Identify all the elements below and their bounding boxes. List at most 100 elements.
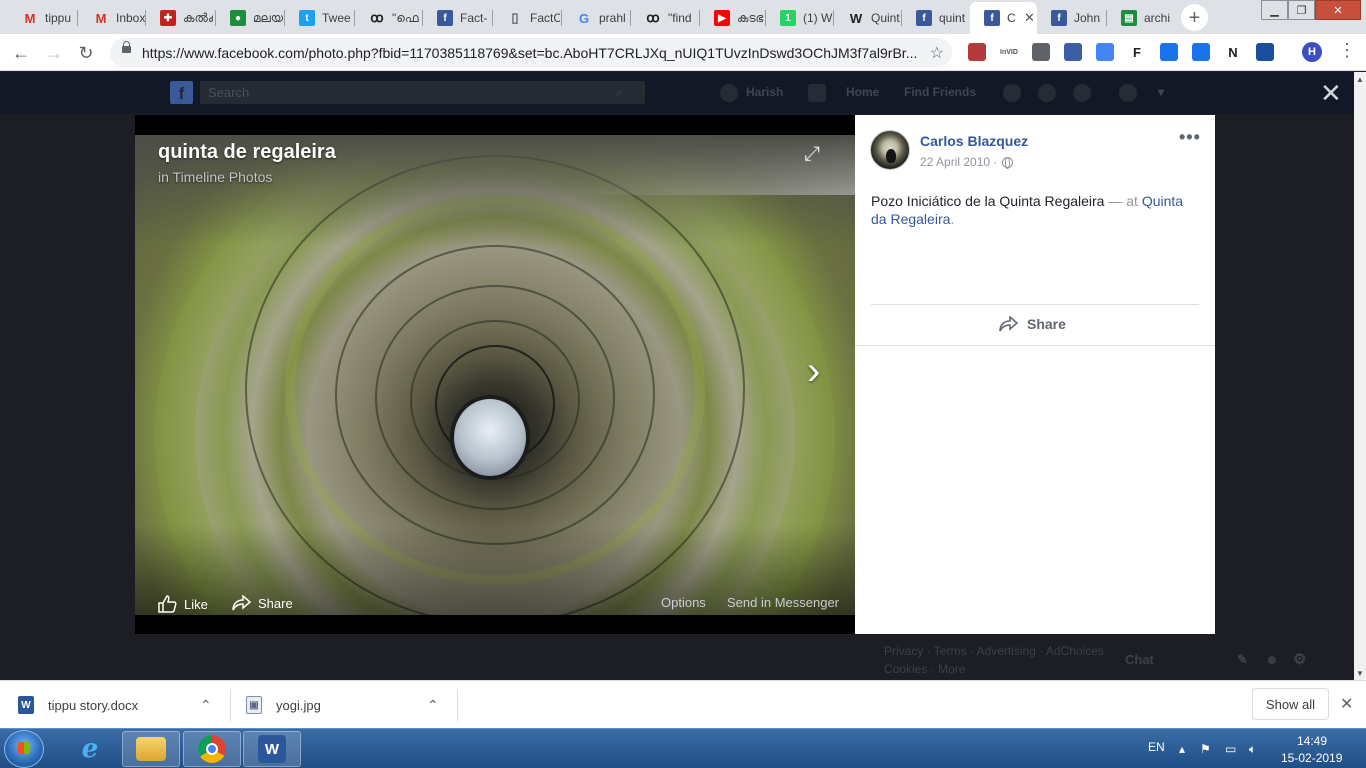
panel-share-button[interactable]: Share bbox=[999, 316, 1066, 332]
taskbar-app[interactable] bbox=[183, 731, 241, 767]
footer-link-privacy[interactable]: Privacy bbox=[884, 644, 923, 658]
like-button[interactable]: Like bbox=[158, 595, 208, 613]
album-link[interactable]: in Timeline Photos bbox=[158, 169, 272, 185]
browser-tab[interactable]: f C ✕ bbox=[970, 2, 1037, 34]
window-extension-icon[interactable] bbox=[1192, 43, 1210, 61]
chat-bar[interactable]: Chat ✎ ☻ ⚙ bbox=[1115, 644, 1354, 680]
profile-link[interactable]: Harish bbox=[746, 85, 783, 99]
download-options-chevron-icon[interactable]: ⌃ bbox=[427, 681, 439, 729]
account-menu-icon[interactable]: ▾ bbox=[1158, 85, 1164, 99]
page-scrollbar[interactable]: ▲ ▼ bbox=[1354, 72, 1366, 680]
search-icon[interactable]: ⌕ bbox=[616, 84, 623, 100]
compose-icon[interactable]: ✎ bbox=[1237, 652, 1248, 668]
volume-icon[interactable]: 🔈︎ bbox=[1249, 742, 1256, 757]
browser-tab[interactable]: ● മലയാ bbox=[216, 2, 285, 34]
share-button[interactable]: Share bbox=[232, 595, 293, 611]
browser-tab[interactable]: f John bbox=[1037, 2, 1107, 34]
footer-link-cookies[interactable]: Cookies bbox=[884, 662, 927, 676]
eye-extension-icon[interactable] bbox=[1160, 43, 1178, 61]
author-avatar[interactable] bbox=[870, 130, 910, 170]
help-icon[interactable] bbox=[1119, 84, 1137, 102]
taskbar-app[interactable] bbox=[122, 731, 180, 767]
fullscreen-expand-icon[interactable]: ⤢ bbox=[801, 144, 823, 166]
browser-tab[interactable]: ꝏ "ഫെ bbox=[355, 2, 423, 34]
browser-tab[interactable]: Gprahl bbox=[562, 2, 631, 34]
url-text[interactable]: https://www.facebook.com/photo.php?fbid=… bbox=[142, 45, 922, 61]
f-extension-icon[interactable]: F bbox=[1128, 43, 1146, 61]
show-hidden-icons-icon[interactable]: ▴ bbox=[1179, 742, 1185, 756]
photo-extension-icon[interactable] bbox=[1064, 43, 1082, 61]
more-options-icon[interactable]: ••• bbox=[1179, 127, 1201, 148]
browser-tab[interactable]: t Twee bbox=[285, 2, 355, 34]
taskbar-app[interactable]: W bbox=[243, 731, 301, 767]
close-shelf-icon[interactable]: ✕ bbox=[1340, 694, 1353, 714]
new-tab-button[interactable]: + bbox=[1181, 4, 1208, 31]
footer-link-advertising[interactable]: Advertising bbox=[976, 644, 1035, 658]
browser-tab[interactable]: ▯ FactC bbox=[493, 2, 562, 34]
maximize-button[interactable]: ❐ bbox=[1288, 0, 1315, 20]
browser-menu-icon[interactable]: ⋮ bbox=[1338, 40, 1356, 61]
address-bar[interactable]: https://www.facebook.com/photo.php?fbid=… bbox=[110, 38, 952, 67]
browser-tab[interactable]: f Fact- bbox=[423, 2, 493, 34]
send-in-messenger-button[interactable]: Send in Messenger bbox=[727, 595, 839, 610]
browser-tab[interactable]: 1 (1) W bbox=[766, 2, 834, 34]
notifications-icon[interactable] bbox=[1073, 84, 1091, 102]
back-arrow-icon[interactable]: ← bbox=[9, 41, 33, 65]
bookmark-extension-icon[interactable] bbox=[1256, 43, 1274, 61]
forward-arrow-icon[interactable]: → bbox=[42, 41, 66, 65]
close-viewer-icon[interactable]: ✕ bbox=[1320, 80, 1342, 106]
browser-tab[interactable]: M Inbox bbox=[79, 2, 146, 34]
options-button[interactable]: Options bbox=[661, 595, 706, 610]
browser-tab[interactable]: ꝏ "find bbox=[631, 2, 700, 34]
bookmark-star-icon[interactable]: ☆ bbox=[930, 43, 944, 63]
browser-tab[interactable]: Mtippu bbox=[8, 2, 78, 34]
home-link[interactable]: Home bbox=[846, 85, 879, 99]
post-date-text[interactable]: 22 April 2010 · bbox=[920, 155, 997, 169]
scroll-down-arrow-icon[interactable]: ▼ bbox=[1356, 669, 1364, 678]
author-name[interactable]: Carlos Blazquez bbox=[920, 133, 1028, 149]
download-item[interactable]: ▣ yogi.jpg bbox=[246, 681, 321, 729]
n-extension-icon[interactable]: N bbox=[1224, 43, 1242, 61]
find-friends-link[interactable]: Find Friends bbox=[904, 85, 976, 99]
settings-gear-icon[interactable]: ⚙ bbox=[1293, 650, 1306, 668]
facebook-search-input[interactable]: Search bbox=[200, 81, 645, 104]
invid-extension-icon[interactable]: InVID bbox=[1000, 43, 1018, 61]
messenger-icon[interactable] bbox=[1038, 84, 1056, 102]
footer-link-adchoices[interactable]: AdChoices bbox=[1046, 644, 1104, 658]
network-icon[interactable]: ▭ bbox=[1225, 742, 1236, 756]
language-indicator[interactable]: EN bbox=[1148, 740, 1165, 754]
show-all-downloads-button[interactable]: Show all bbox=[1252, 688, 1329, 720]
document-icon: ▯ bbox=[511, 10, 519, 25]
action-center-flag-icon[interactable]: ⚑ bbox=[1200, 742, 1211, 756]
group-icon[interactable]: ☻ bbox=[1265, 652, 1279, 667]
friends-icon[interactable] bbox=[808, 84, 826, 102]
facebook-logo-icon[interactable]: f bbox=[170, 81, 193, 104]
download-options-chevron-icon[interactable]: ⌃ bbox=[200, 681, 212, 729]
close-tab-icon[interactable]: ✕ bbox=[1024, 10, 1035, 26]
profile-avatar[interactable]: H bbox=[1302, 42, 1322, 62]
browser-tab[interactable]: f quint bbox=[902, 2, 970, 34]
scroll-up-arrow-icon[interactable]: ▲ bbox=[1356, 75, 1364, 84]
camera-extension-icon[interactable] bbox=[1032, 43, 1050, 61]
start-button[interactable] bbox=[4, 730, 44, 768]
photo-image[interactable] bbox=[135, 135, 855, 615]
next-photo-chevron-icon[interactable]: › bbox=[807, 351, 820, 391]
user-avatar[interactable] bbox=[720, 84, 738, 102]
pdf-extension-icon[interactable] bbox=[968, 43, 986, 61]
minimize-button[interactable]: ▁ bbox=[1261, 0, 1288, 20]
footer-link-terms[interactable]: Terms bbox=[934, 644, 967, 658]
window-close-button[interactable]: ✕ bbox=[1315, 0, 1361, 20]
translate-extension-icon[interactable] bbox=[1096, 43, 1114, 61]
download-item[interactable]: W tippu story.docx bbox=[18, 681, 138, 729]
clock-time[interactable]: 14:49 bbox=[1297, 734, 1327, 748]
tab-title: "ഫെ bbox=[392, 10, 419, 25]
taskbar-app[interactable]: e bbox=[61, 731, 119, 767]
browser-tab[interactable]: ▶ കടഭ bbox=[700, 2, 766, 34]
browser-tab[interactable]: ▤ archi bbox=[1107, 2, 1177, 34]
browser-tab[interactable]: W Quint bbox=[834, 2, 902, 34]
footer-link-more[interactable]: More bbox=[938, 662, 965, 676]
browser-tab[interactable]: ✚ കൽക bbox=[146, 2, 216, 34]
reload-icon[interactable]: ↻ bbox=[74, 41, 98, 65]
clock-date[interactable]: 15-02-2019 bbox=[1281, 751, 1342, 765]
friend-requests-icon[interactable] bbox=[1003, 84, 1021, 102]
